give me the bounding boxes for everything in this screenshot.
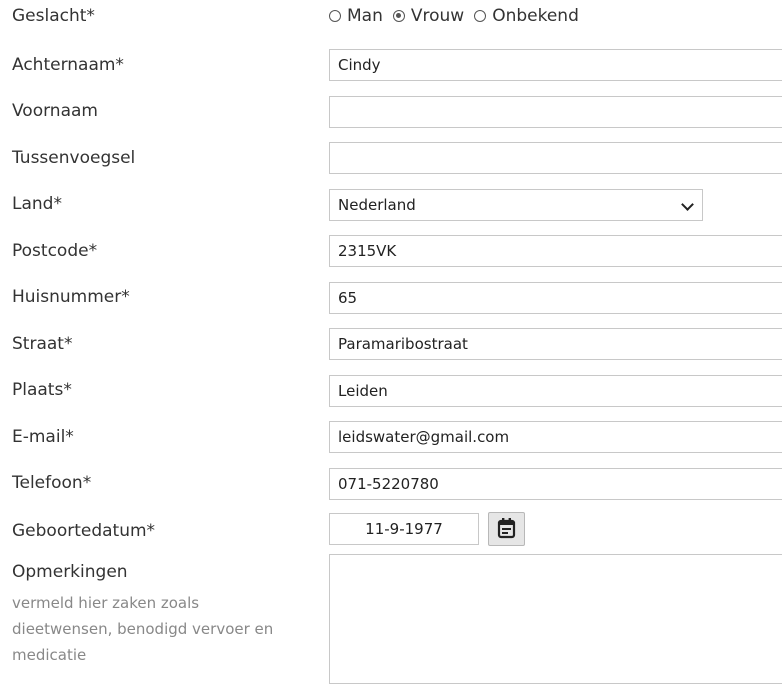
gender-radio-group: Man Vrouw Onbekend	[329, 6, 589, 26]
street-label: Straat*	[12, 334, 73, 354]
country-select[interactable]: Nederland	[329, 189, 703, 221]
radio-vrouw-label: Vrouw	[410, 6, 465, 26]
postcode-label: Postcode*	[12, 241, 98, 261]
firstname-label: Voornaam	[12, 101, 98, 121]
housenumber-input[interactable]	[329, 282, 782, 314]
chevron-down-icon	[681, 198, 694, 211]
lastname-label: Achternaam*	[12, 55, 124, 75]
gender-option-vrouw[interactable]: Vrouw	[392, 6, 465, 26]
city-label: Plaats*	[12, 380, 72, 400]
housenumber-label: Huisnummer*	[12, 287, 130, 307]
birthdate-value: 11-9-1977	[365, 520, 443, 538]
remarks-hint-line-1: vermeld hier zaken zoals	[12, 594, 200, 612]
city-input[interactable]	[329, 375, 782, 407]
birthdate-label: Geboortedatum*	[12, 521, 156, 541]
phone-input[interactable]	[329, 468, 782, 500]
email-label: E-mail*	[12, 427, 74, 447]
datepicker-button[interactable]	[488, 512, 525, 546]
gender-row: Geslacht* Man Vrouw Onbekend	[0, 6, 782, 30]
gender-label: Geslacht*	[12, 6, 95, 26]
country-label: Land*	[12, 194, 62, 214]
radio-onbekend-label: Onbekend	[492, 6, 579, 26]
street-input[interactable]	[329, 328, 782, 360]
infix-label: Tussenvoegsel	[12, 148, 136, 168]
gender-option-man[interactable]: Man	[329, 6, 383, 26]
birthdate-input[interactable]: 11-9-1977	[329, 513, 479, 545]
phone-label: Telefoon*	[12, 473, 92, 493]
remarks-hint-line-2: dieetwensen, benodigd vervoer en	[12, 620, 274, 638]
remarks-textarea[interactable]	[329, 554, 782, 684]
radio-man-label: Man	[347, 6, 383, 26]
firstname-input[interactable]	[329, 96, 782, 128]
lastname-input[interactable]	[329, 49, 782, 81]
country-select-value: Nederland	[338, 196, 416, 214]
email-input[interactable]	[329, 421, 782, 453]
infix-input[interactable]	[329, 142, 782, 174]
calendar-icon	[497, 518, 516, 539]
remarks-label: Opmerkingen	[12, 562, 128, 582]
gender-option-onbekend[interactable]: Onbekend	[474, 6, 579, 26]
radio-man[interactable]	[329, 10, 341, 22]
remarks-hint-line-3: medicatie	[12, 646, 87, 664]
radio-vrouw[interactable]	[392, 10, 405, 22]
postcode-input[interactable]	[329, 235, 782, 267]
radio-onbekend[interactable]	[474, 10, 487, 22]
